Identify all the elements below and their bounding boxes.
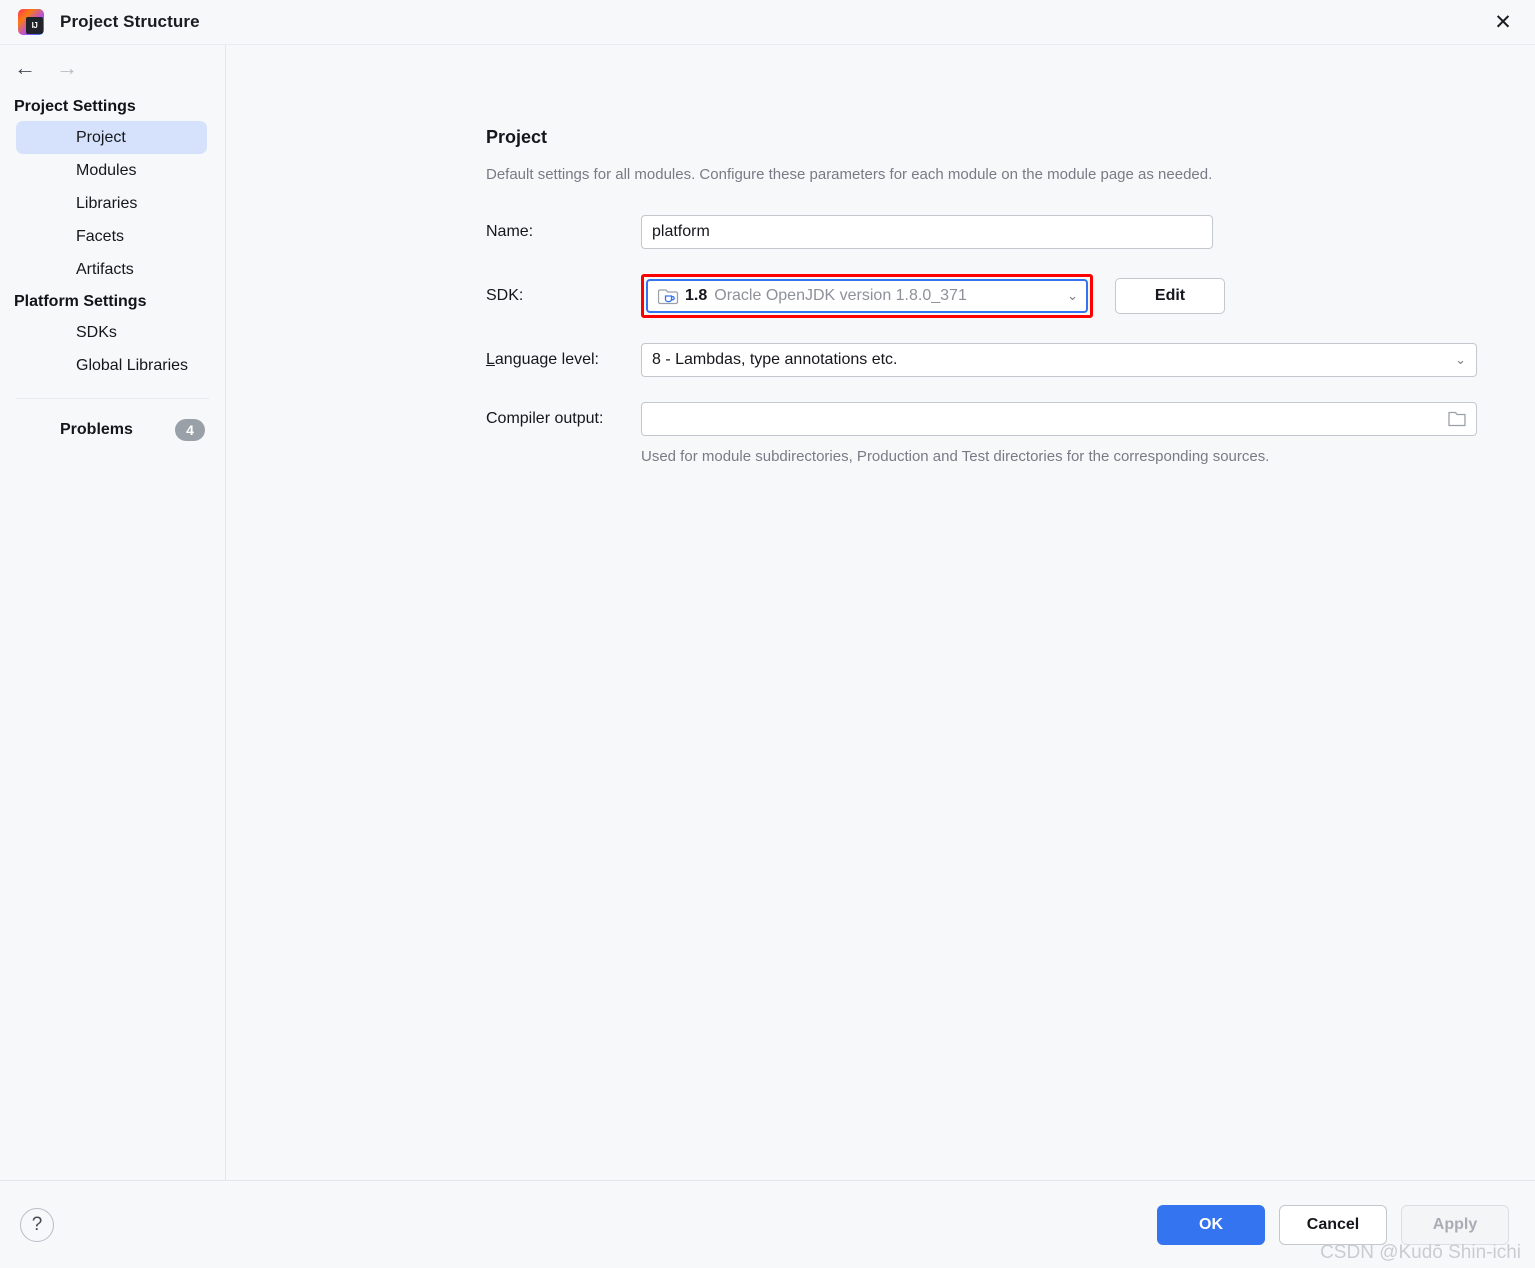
sidebar-item-artifacts[interactable]: Artifacts [16,253,207,286]
ok-button[interactable]: OK [1157,1204,1265,1245]
page-title: Project [486,127,548,147]
compiler-output-input[interactable] [641,402,1477,436]
sidebar-item-project[interactable]: Project [16,121,207,154]
edit-sdk-button[interactable]: Edit [1115,278,1225,314]
back-arrow-icon[interactable]: ← [14,57,36,79]
sidebar-group-platform-settings: Platform Settings [14,293,147,310]
sidebar-item-libraries[interactable]: Libraries [16,187,207,220]
help-icon[interactable]: ? [20,1207,54,1242]
language-level-label-rest: anguage level: [494,351,599,368]
sidebar-item-problems[interactable]: Problems 4 [0,415,225,445]
sdk-version-label: 1.8 [685,287,708,304]
project-structure-dialog: IJ Project Structure ✕ ← → Project Setti… [0,0,1535,1268]
navigation-arrows: ← → [0,45,225,91]
language-level-value: 8 - Lambdas, type annotations etc. [652,351,898,368]
forward-arrow-icon: → [56,55,78,80]
sidebar-item-modules[interactable]: Modules [16,154,207,187]
title-bar: IJ Project Structure ✕ [0,0,1535,44]
problems-count-badge: 4 [175,419,205,441]
sdk-dropdown[interactable]: 1.8 Oracle OpenJDK version 1.8.0_371 ⌄ [646,279,1088,313]
language-level-row: Language level: 8 - Lambdas, type annota… [486,343,1535,377]
sidebar-divider [16,398,209,399]
name-input[interactable]: platform [641,215,1213,249]
compiler-output-label: Compiler output: [486,410,604,427]
language-level-dropdown[interactable]: 8 - Lambdas, type annotations etc. ⌄ [641,343,1477,377]
sidebar-item-facets[interactable]: Facets [16,220,207,253]
chevron-down-icon[interactable]: ⌄ [1059,288,1078,304]
java-sdk-folder-icon [657,286,680,306]
dialog-footer: ? OK Cancel Apply CSDN @Kudō Shin-ichi [0,1180,1535,1268]
window-title: Project Structure [60,12,200,31]
sdk-highlight-box: 1.8 Oracle OpenJDK version 1.8.0_371 ⌄ [641,274,1093,318]
cancel-button[interactable]: Cancel [1279,1204,1387,1245]
chevron-down-icon[interactable]: ⌄ [1447,352,1466,368]
language-level-mnemonic: L [486,351,495,368]
language-level-label: Language level: [486,351,641,369]
watermark: CSDN @Kudō Shin-ichi [1320,1242,1521,1263]
sdk-name-label: Oracle OpenJDK version 1.8.0_371 [714,287,967,304]
browse-folder-icon[interactable] [1446,409,1468,429]
close-icon[interactable]: ✕ [1485,6,1521,38]
intellij-logo-icon: IJ [18,9,44,35]
problems-label: Problems [60,421,133,438]
sidebar-item-global-libraries[interactable]: Global Libraries [16,349,207,382]
compiler-output-hint: Used for module subdirectories, Producti… [641,448,1270,465]
compiler-output-row: Compiler output: [486,402,1535,436]
sidebar-group-project-settings: Project Settings [14,98,136,115]
name-label: Name: [486,223,534,240]
dialog-body: ← → Project Settings Project Modules Lib… [0,44,1535,1180]
sdk-row: SDK: 1.8 Oracle OpenJDK version 1.8.0_37… [486,274,1535,318]
sidebar: ← → Project Settings Project Modules Lib… [0,45,226,1180]
sdk-label: SDK: [486,287,524,304]
page-description: Default settings for all modules. Config… [486,166,1213,183]
intellij-logo-text: IJ [26,17,43,34]
sidebar-item-sdks[interactable]: SDKs [16,316,207,349]
apply-button: Apply [1401,1204,1509,1245]
content-panel: Project Default settings for all modules… [226,45,1535,1180]
name-row: Name: platform [486,215,1535,249]
footer-button-group: OK Cancel Apply [1157,1204,1509,1245]
